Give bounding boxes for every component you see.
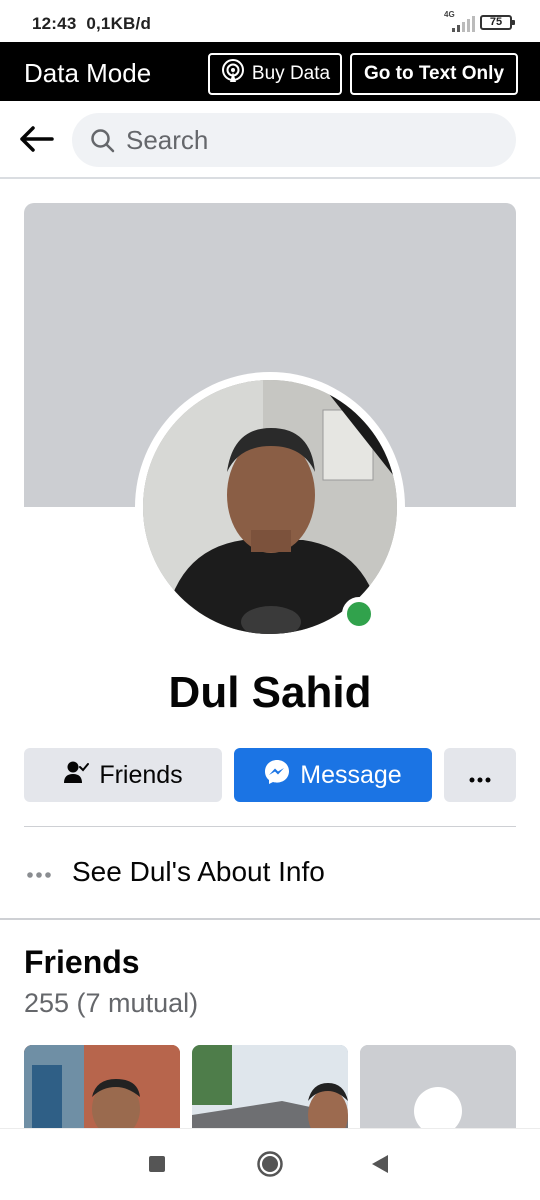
friend-thumbnail[interactable] (360, 1045, 516, 1135)
status-right: 4G 75 (444, 10, 515, 32)
profile-name: Dul Sahid (168, 668, 372, 717)
buy-data-button[interactable]: Buy Data (208, 53, 342, 95)
more-options-button[interactable] (444, 748, 516, 802)
text-only-button[interactable]: Go to Text Only (350, 53, 518, 95)
divider (24, 826, 516, 827)
person-check-icon (63, 759, 90, 792)
friends-button-label: Friends (99, 760, 183, 789)
status-bar: 12:43 0,1KB/d 4G 75 (0, 0, 540, 42)
broadcast-icon (220, 58, 246, 90)
back-button[interactable] (16, 121, 56, 161)
battery-level: 75 (489, 15, 503, 28)
status-time: 12:43 (32, 14, 77, 33)
section-separator (0, 918, 540, 920)
message-button-label: Message (300, 760, 402, 789)
friends-button[interactable]: Friends (24, 748, 222, 802)
back-arrow-icon (18, 125, 54, 158)
search-bar[interactable] (72, 113, 516, 167)
recent-apps-icon (148, 1155, 166, 1178)
recent-apps-button[interactable] (142, 1151, 172, 1181)
friends-count: 255 (7 mutual) (24, 988, 199, 1018)
back-nav-button[interactable] (365, 1151, 395, 1181)
messenger-icon (264, 759, 290, 792)
status-net-speed: 0,1KB/d (86, 14, 152, 33)
more-dots-icon (469, 761, 491, 790)
profile-picture[interactable] (143, 380, 397, 634)
online-status-indicator (342, 597, 376, 631)
friend-thumbnail[interactable] (24, 1045, 180, 1135)
friend-thumbnail[interactable] (192, 1045, 348, 1135)
about-info-label: See Dul's About Info (72, 856, 325, 887)
about-info-row[interactable]: See Dul's About Info (0, 840, 540, 904)
search-icon (90, 128, 116, 159)
buy-data-label: Buy Data (251, 63, 331, 84)
home-button[interactable] (255, 1150, 285, 1183)
message-button[interactable]: Message (234, 748, 432, 802)
status-left: 12:43 0,1KB/d (32, 14, 151, 34)
battery-icon: 75 (480, 14, 515, 30)
navigation-bar (0, 1128, 540, 1200)
more-dots-icon (26, 866, 52, 884)
back-triangle-icon (370, 1154, 390, 1179)
data-mode-title: Data Mode (24, 58, 152, 88)
search-input[interactable] (126, 123, 496, 157)
search-header (0, 101, 540, 179)
home-icon (256, 1150, 284, 1183)
data-mode-bar: Data Mode Buy Data Go to Text Only (0, 42, 540, 101)
friends-section-title: Friends (24, 944, 140, 980)
text-only-label: Go to Text Only (363, 63, 505, 84)
signal-icon: 4G (444, 10, 475, 32)
